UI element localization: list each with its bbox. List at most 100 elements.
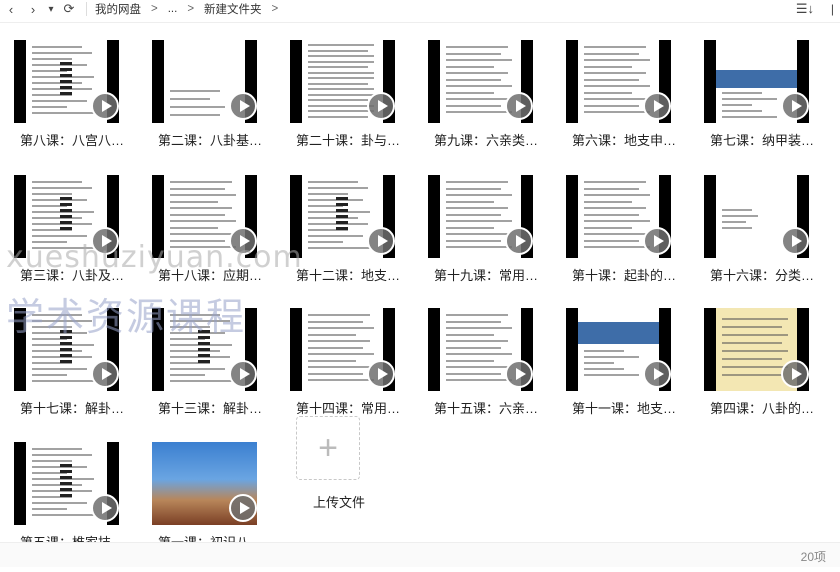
play-icon[interactable] bbox=[781, 227, 809, 255]
play-icon[interactable] bbox=[643, 92, 671, 120]
thumbnail-text-line bbox=[446, 85, 512, 87]
file-item[interactable]: 第十六课：分类… bbox=[704, 175, 834, 305]
file-item[interactable]: 第二课：八卦基… bbox=[152, 40, 282, 170]
play-icon[interactable] bbox=[781, 92, 809, 120]
thumbnail-text-line bbox=[32, 247, 94, 249]
thumbnail-text-line bbox=[32, 187, 92, 189]
toolbar: ‹ › ▾ ⟳ 我的网盘 > ... > 新建文件夹 > ☰↓ | bbox=[0, 0, 840, 18]
video-thumbnail[interactable] bbox=[14, 308, 119, 391]
play-icon[interactable] bbox=[91, 227, 119, 255]
upload-label[interactable]: 上传文件 bbox=[313, 492, 365, 511]
file-item[interactable]: 第六课：地支申… bbox=[566, 40, 696, 170]
video-thumbnail[interactable] bbox=[704, 308, 809, 391]
thumbnail-text-line bbox=[446, 72, 508, 74]
video-thumbnail[interactable] bbox=[566, 308, 671, 391]
play-icon[interactable] bbox=[229, 92, 257, 120]
thumbnail-hexagram-bar bbox=[60, 464, 72, 467]
file-item[interactable]: 第十七课：解卦… bbox=[14, 308, 144, 438]
video-thumbnail[interactable] bbox=[290, 308, 395, 391]
play-icon[interactable] bbox=[505, 227, 533, 255]
play-icon[interactable] bbox=[229, 227, 257, 255]
file-item[interactable]: 第三课：八卦及… bbox=[14, 175, 144, 305]
thumbnail-text-line bbox=[308, 193, 348, 195]
video-thumbnail[interactable] bbox=[152, 40, 257, 123]
forward-icon[interactable]: › bbox=[22, 0, 44, 18]
thumbnail-text-line bbox=[722, 215, 758, 217]
file-item[interactable]: 第十八课：应期… bbox=[152, 175, 282, 305]
thumbnail-text-line bbox=[584, 59, 650, 61]
play-icon[interactable] bbox=[505, 92, 533, 120]
upload-button[interactable]: + bbox=[296, 416, 360, 480]
play-icon[interactable] bbox=[229, 494, 257, 522]
file-item[interactable]: 第七课：纳甲装… bbox=[704, 40, 834, 170]
play-icon[interactable] bbox=[643, 227, 671, 255]
video-thumbnail[interactable] bbox=[428, 40, 533, 123]
thumbnail-text-line bbox=[170, 220, 236, 222]
breadcrumb-item-root[interactable]: 我的网盘 bbox=[95, 1, 141, 17]
thumbnail-text-line bbox=[446, 320, 501, 323]
video-thumbnail[interactable] bbox=[566, 40, 671, 123]
thumbnail-text-line bbox=[308, 44, 374, 46]
video-thumbnail[interactable] bbox=[428, 175, 533, 258]
video-thumbnail[interactable] bbox=[14, 175, 119, 258]
thumbnail-text-line bbox=[170, 98, 210, 100]
thumbnail-text-line bbox=[308, 320, 363, 323]
thumbnail-hexagram-bar bbox=[60, 330, 72, 333]
video-thumbnail[interactable] bbox=[14, 40, 119, 123]
refresh-icon[interactable]: ⟳ bbox=[58, 0, 80, 18]
history-dropdown-icon[interactable]: ▾ bbox=[44, 0, 58, 18]
play-icon[interactable] bbox=[505, 360, 533, 388]
breadcrumb-item-ellipsis[interactable]: ... bbox=[168, 3, 178, 15]
file-item[interactable]: 第八课：八宫八… bbox=[14, 40, 144, 170]
file-name: 第十三课：解卦… bbox=[158, 401, 263, 416]
play-icon[interactable] bbox=[643, 360, 671, 388]
video-thumbnail[interactable] bbox=[290, 40, 395, 123]
video-thumbnail[interactable] bbox=[152, 442, 257, 525]
breadcrumb-item-current[interactable]: 新建文件夹 bbox=[204, 1, 262, 17]
thumbnail-text-line bbox=[308, 99, 368, 101]
play-icon[interactable] bbox=[367, 360, 395, 388]
video-thumbnail[interactable] bbox=[152, 175, 257, 258]
video-thumbnail[interactable] bbox=[14, 442, 119, 525]
thumbnail-hexagram-bar bbox=[198, 348, 210, 351]
thumbnail-text-line bbox=[308, 71, 374, 74]
file-item[interactable]: 第十二课：地支… bbox=[290, 175, 420, 305]
file-item[interactable]: 第二十课：卦与… bbox=[290, 40, 420, 170]
video-thumbnail[interactable] bbox=[566, 175, 671, 258]
file-item[interactable]: 第十一课：地支… bbox=[566, 308, 696, 438]
file-name: 第七课：纳甲装… bbox=[710, 133, 815, 148]
thumbnail-text-line bbox=[32, 58, 72, 60]
file-item[interactable]: 第十九课：常用… bbox=[428, 175, 558, 305]
thumbnail-text-line bbox=[32, 484, 82, 486]
video-thumbnail[interactable] bbox=[704, 175, 809, 258]
thumbnail-text-line bbox=[722, 104, 752, 106]
file-item[interactable]: 第十五课：六亲… bbox=[428, 308, 558, 438]
more-icon[interactable]: | bbox=[831, 0, 834, 18]
play-icon[interactable] bbox=[781, 360, 809, 388]
back-icon[interactable]: ‹ bbox=[0, 0, 22, 18]
thumbnail-text-line bbox=[584, 52, 639, 55]
play-icon[interactable] bbox=[91, 494, 119, 522]
thumbnail-hexagram-bar bbox=[60, 476, 72, 479]
thumbnail-hexagram-bar bbox=[60, 482, 72, 485]
video-thumbnail[interactable] bbox=[152, 308, 257, 391]
video-thumbnail[interactable] bbox=[704, 40, 809, 123]
file-item[interactable]: 第十三课：解卦… bbox=[152, 308, 282, 438]
file-name: 第十八课：应期… bbox=[158, 268, 263, 283]
file-item[interactable]: 第九课：六亲类… bbox=[428, 40, 558, 170]
sort-icon[interactable]: ☰↓ bbox=[796, 0, 814, 18]
play-icon[interactable] bbox=[229, 360, 257, 388]
play-icon[interactable] bbox=[91, 92, 119, 120]
file-item[interactable]: 第十课：起卦的… bbox=[566, 175, 696, 305]
file-item[interactable]: 第四课：八卦的… bbox=[704, 308, 834, 438]
thumbnail-text-line bbox=[308, 327, 374, 329]
video-thumbnail[interactable] bbox=[428, 308, 533, 391]
thumbnail-text-line bbox=[584, 194, 650, 196]
thumbnail-text-line bbox=[308, 379, 374, 381]
thumbnail-text-line bbox=[308, 340, 370, 342]
play-icon[interactable] bbox=[367, 92, 395, 120]
file-name: 第四课：八卦的… bbox=[710, 401, 815, 416]
video-thumbnail[interactable] bbox=[290, 175, 395, 258]
play-icon[interactable] bbox=[91, 360, 119, 388]
play-icon[interactable] bbox=[367, 227, 395, 255]
